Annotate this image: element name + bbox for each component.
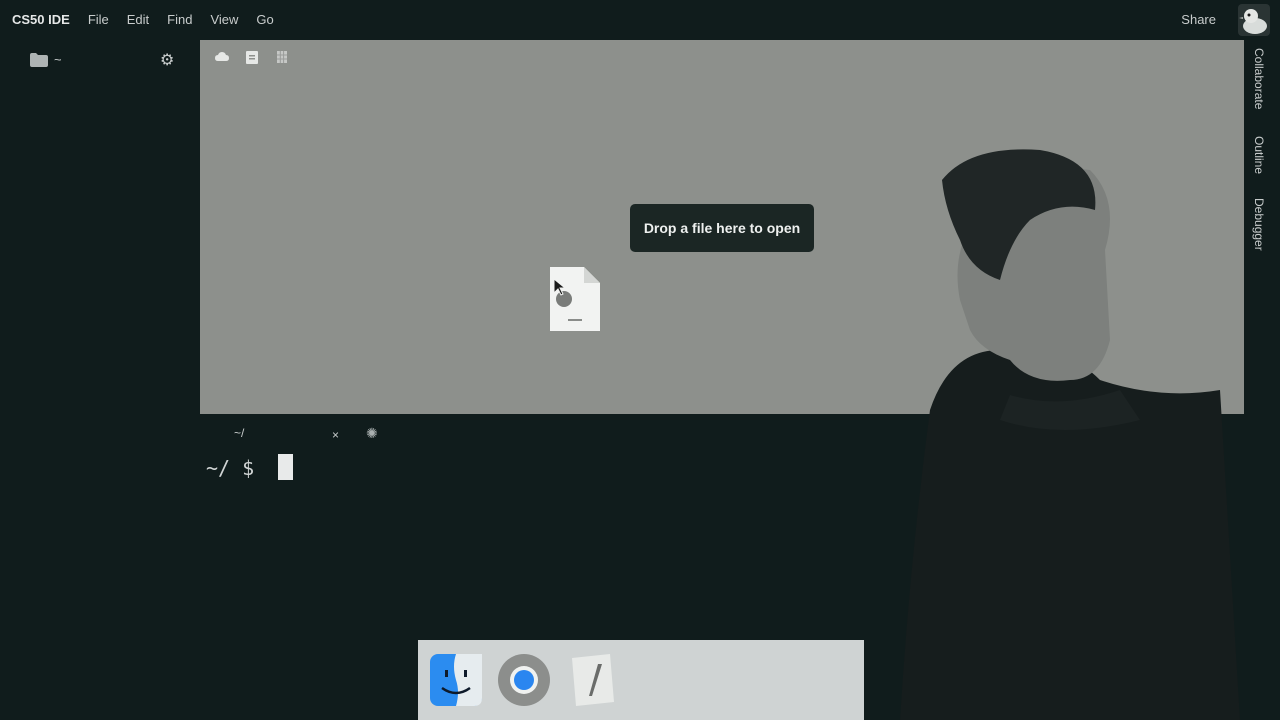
- avatar[interactable]: [1238, 4, 1270, 36]
- grid-icon[interactable]: [274, 50, 290, 64]
- folder-label: ~: [54, 52, 62, 67]
- terminal-pane[interactable]: ~/ $: [200, 448, 880, 628]
- cloud-icon[interactable]: [214, 50, 230, 64]
- terminal-cursor: [278, 454, 293, 480]
- terminal-tab-bar: ~/ × ✺: [200, 420, 400, 448]
- macos-dock: [418, 640, 864, 720]
- app-title[interactable]: CS50 IDE: [12, 12, 70, 27]
- tab-outline[interactable]: Outline: [1252, 136, 1266, 174]
- menu-file[interactable]: File: [88, 12, 109, 27]
- menu-find[interactable]: Find: [167, 12, 192, 27]
- presenter-video-overlay: [860, 140, 1280, 720]
- right-panel-tabs: Collaborate Outline Debugger: [1248, 40, 1280, 640]
- text-editor-icon[interactable]: [564, 652, 620, 708]
- duck-avatar-icon: [1238, 4, 1270, 36]
- tab-debugger[interactable]: Debugger: [1252, 198, 1266, 251]
- gear-icon[interactable]: ⚙: [160, 50, 174, 70]
- document-icon[interactable]: [244, 50, 260, 64]
- file-tree-sidebar: ~ ⚙: [0, 38, 200, 638]
- terminal-tab[interactable]: ~/: [234, 426, 244, 440]
- chrome-icon[interactable]: [496, 652, 552, 708]
- close-icon[interactable]: ×: [332, 428, 339, 442]
- menu-edit[interactable]: Edit: [127, 12, 149, 27]
- menu-go[interactable]: Go: [256, 12, 273, 27]
- menu-view[interactable]: View: [210, 12, 238, 27]
- share-button[interactable]: Share: [1181, 12, 1216, 27]
- add-tab-icon[interactable]: ✺: [366, 425, 378, 442]
- editor-toolbar: [214, 50, 290, 64]
- drop-file-message: Drop a file here to open: [630, 204, 814, 252]
- dragged-file-icon[interactable]: [550, 267, 600, 336]
- folder-icon: [30, 52, 48, 67]
- finder-icon[interactable]: [428, 652, 484, 708]
- menu-bar: CS50 IDE File Edit Find View Go: [0, 0, 1280, 38]
- workspace-root-folder[interactable]: ~: [30, 52, 62, 67]
- terminal-prompt: ~/ $: [206, 456, 255, 480]
- tab-collaborate[interactable]: Collaborate: [1252, 48, 1266, 109]
